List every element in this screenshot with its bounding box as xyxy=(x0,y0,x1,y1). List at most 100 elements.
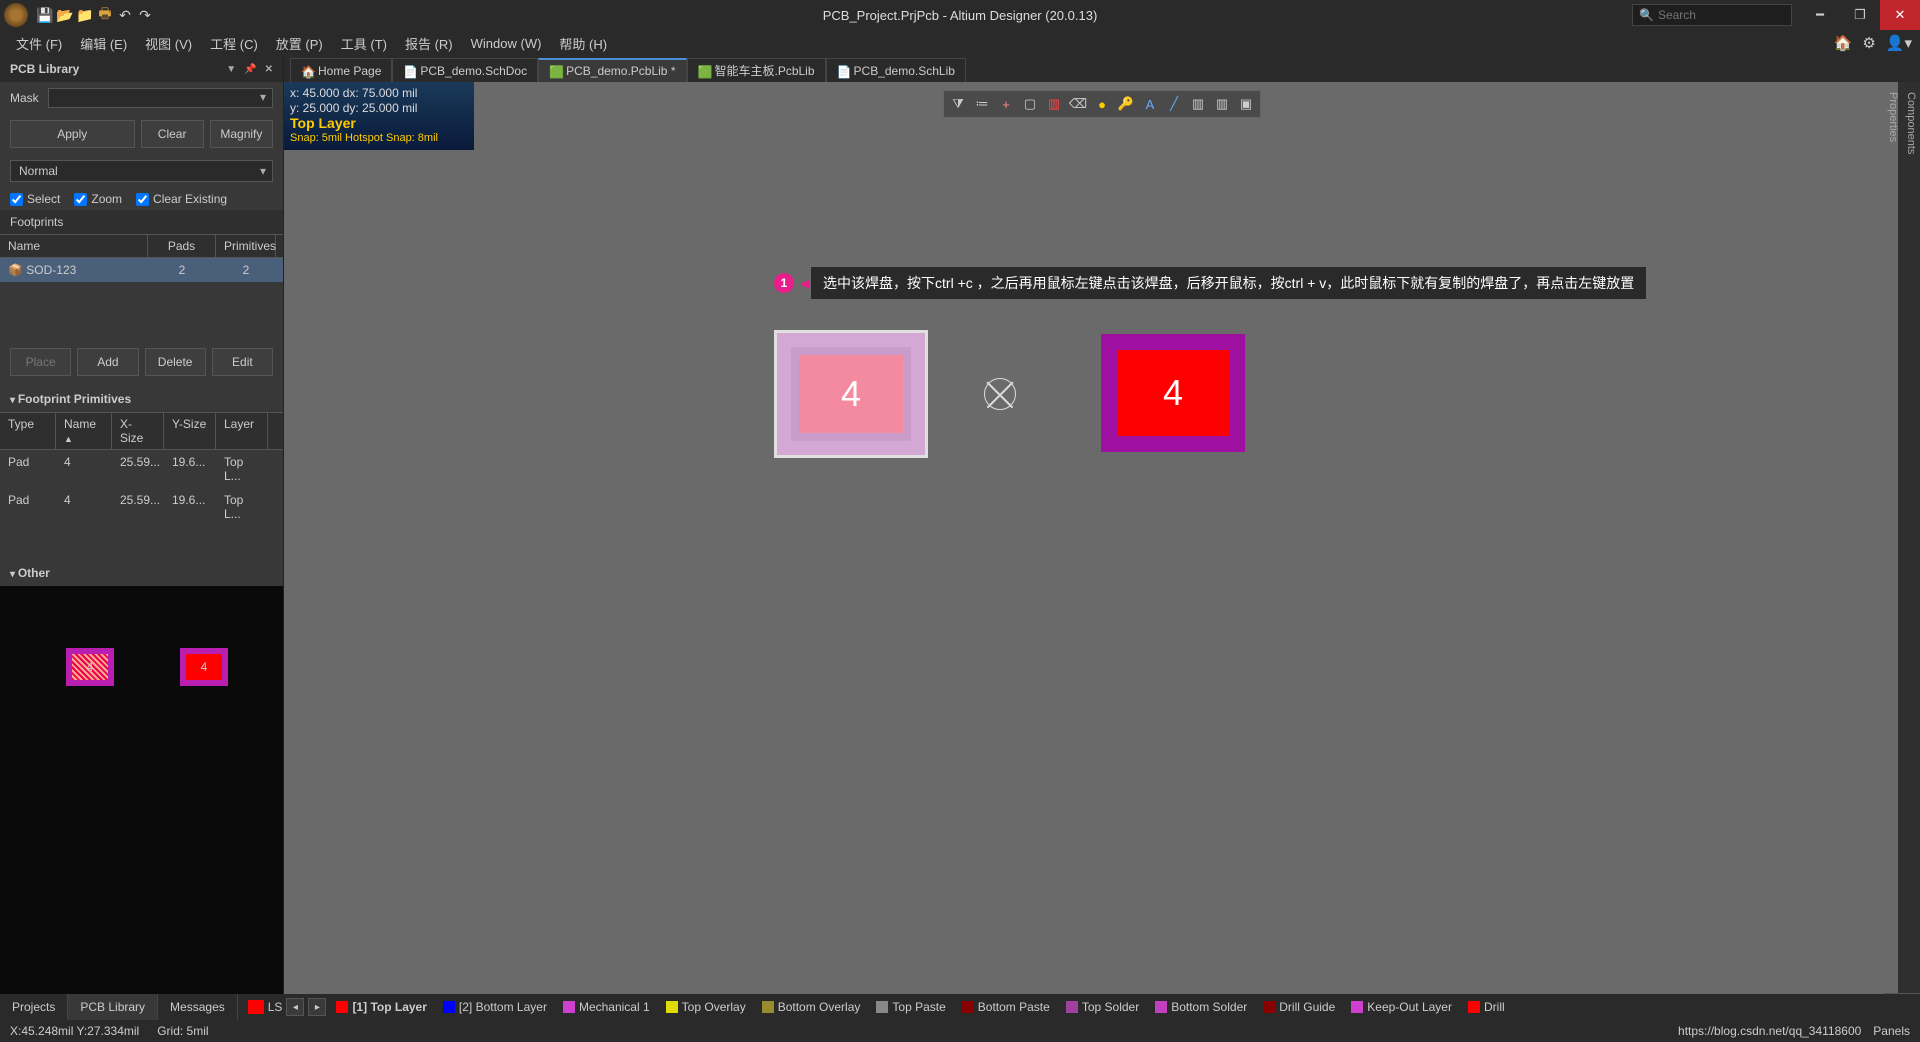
tab-projects[interactable]: Projects xyxy=(0,994,68,1020)
close-button[interactable]: ✕ xyxy=(1880,0,1920,30)
col-pname[interactable]: Name ▲ xyxy=(56,413,112,449)
document-tab[interactable]: 📄PCB_demo.SchDoc xyxy=(392,58,538,82)
layer-swatch xyxy=(876,1001,888,1013)
layer-item[interactable]: Keep-Out Layer xyxy=(1345,1000,1458,1014)
select-checkbox[interactable]: Select xyxy=(10,192,60,206)
document-tab[interactable]: 🟩智能车主板.PcbLib xyxy=(687,58,826,82)
col-layer[interactable]: Layer xyxy=(216,413,268,449)
document-tab[interactable]: 🏠Home Page xyxy=(290,58,392,82)
layer-item[interactable]: Drill xyxy=(1462,1000,1511,1014)
open-project-icon[interactable]: 📁 xyxy=(76,6,94,24)
tab-messages[interactable]: Messages xyxy=(158,994,238,1020)
col-xsize[interactable]: X-Size xyxy=(112,413,164,449)
properties-tab[interactable]: Properties xyxy=(1884,82,1902,994)
maximize-button[interactable]: ❐ xyxy=(1840,0,1880,30)
menu-project[interactable]: 工程 (C) xyxy=(202,31,266,56)
window-title: PCB_Project.PrjPcb - Altium Designer (20… xyxy=(823,8,1098,23)
gear-icon[interactable]: ⚙ xyxy=(1862,34,1875,52)
layer-swatch xyxy=(1066,1001,1078,1013)
document-tab[interactable]: 🟩PCB_demo.PcbLib * xyxy=(538,58,686,82)
place-button[interactable]: Place xyxy=(10,348,71,376)
layer-item[interactable]: [1] Top Layer xyxy=(330,1000,432,1014)
layer-item[interactable]: Top Paste xyxy=(870,1000,951,1014)
layer-item[interactable]: Mechanical 1 xyxy=(557,1000,656,1014)
menu-tools[interactable]: 工具 (T) xyxy=(333,31,395,56)
panels-button[interactable]: Panels xyxy=(1873,1024,1910,1038)
dot-icon[interactable]: ● xyxy=(1091,94,1113,114)
layer-item[interactable]: Drill Guide xyxy=(1257,1000,1341,1014)
search-input[interactable] xyxy=(1658,8,1785,22)
undo-icon[interactable]: ↶ xyxy=(116,6,134,24)
footprint-primitives-header[interactable]: Footprint Primitives xyxy=(0,386,283,412)
footprint-row[interactable]: 📦 SOD-12322 xyxy=(0,258,283,282)
minimize-button[interactable]: ━ xyxy=(1800,0,1840,30)
clear-existing-checkbox[interactable]: Clear Existing xyxy=(136,192,227,206)
menu-edit[interactable]: 编辑 (E) xyxy=(72,31,135,56)
rect-icon[interactable]: ▢ xyxy=(1019,94,1041,114)
col-type[interactable]: Type xyxy=(0,413,56,449)
mode-combo[interactable]: Normal xyxy=(10,160,273,182)
menu-window[interactable]: Window (W) xyxy=(463,33,550,54)
text-icon[interactable]: A xyxy=(1139,94,1161,114)
panel-close-icon[interactable]: ✕ xyxy=(265,64,273,75)
menu-place[interactable]: 放置 (P) xyxy=(268,31,331,56)
chart2-icon[interactable]: ▥ xyxy=(1211,94,1233,114)
expand-icon[interactable]: ▣ xyxy=(1235,94,1257,114)
layer-item[interactable]: Bottom Paste xyxy=(956,1000,1056,1014)
status-coord: X:45.248mil Y:27.334mil xyxy=(10,1024,139,1038)
primitive-row[interactable]: Pad425.59...19.6...Top L... xyxy=(0,450,283,488)
user-icon[interactable]: 👤▾ xyxy=(1886,34,1912,52)
line-icon[interactable]: ╱ xyxy=(1163,94,1185,114)
open-icon[interactable]: 📂 xyxy=(56,6,74,24)
bars-icon[interactable]: ▥ xyxy=(1043,94,1065,114)
pcb-canvas[interactable]: x: 45.000 dx: 75.000 mil y: 25.000 dy: 2… xyxy=(284,82,1920,994)
menu-view[interactable]: 视图 (V) xyxy=(137,31,200,56)
pad-normal[interactable]: 4 xyxy=(1101,334,1245,452)
redo-icon[interactable]: ↷ xyxy=(136,6,154,24)
tab-pcb-library[interactable]: PCB Library xyxy=(68,994,158,1020)
col-primitives[interactable]: Primitives xyxy=(216,235,276,257)
print-icon[interactable]: 🖶 xyxy=(96,6,114,24)
delete-button[interactable]: Delete xyxy=(145,348,206,376)
search-box[interactable]: 🔍 xyxy=(1632,4,1792,26)
mask-combo[interactable] xyxy=(48,88,273,108)
document-tab[interactable]: 📄PCB_demo.SchLib xyxy=(826,58,966,82)
eraser-icon[interactable]: ⌫ xyxy=(1067,94,1089,114)
zoom-checkbox[interactable]: Zoom xyxy=(74,192,122,206)
primitive-row[interactable]: Pad425.59...19.6...Top L... xyxy=(0,488,283,526)
apply-button[interactable]: Apply xyxy=(10,120,135,148)
panel-pin-icon[interactable]: 📌 xyxy=(244,64,256,75)
clear-button[interactable]: Clear xyxy=(141,120,204,148)
col-ysize[interactable]: Y-Size xyxy=(164,413,216,449)
add-button[interactable]: Add xyxy=(77,348,138,376)
list-icon[interactable]: ≔ xyxy=(971,94,993,114)
chart1-icon[interactable]: ▥ xyxy=(1187,94,1209,114)
annotation-pointer-icon: ◂ xyxy=(800,273,809,294)
save-icon[interactable]: 💾 xyxy=(36,6,54,24)
layer-item[interactable]: Top Overlay xyxy=(660,1000,752,1014)
right-dock: Components Properties xyxy=(1898,82,1920,994)
edit-button[interactable]: Edit xyxy=(212,348,273,376)
filter-icon[interactable]: ⧩ xyxy=(947,94,969,114)
layer-item[interactable]: Bottom Overlay xyxy=(756,1000,867,1014)
active-bar: ⧩ ≔ + ▢ ▥ ⌫ ● 🔑 A ╱ ▥ ▥ ▣ xyxy=(943,90,1261,118)
components-tab[interactable]: Components xyxy=(1902,82,1920,994)
menu-help[interactable]: 帮助 (H) xyxy=(551,31,615,56)
menu-file[interactable]: 文件 (F) xyxy=(8,31,70,56)
panel-dropdown-icon[interactable]: ▼ xyxy=(226,64,236,75)
layer-item[interactable]: Bottom Solder xyxy=(1149,1000,1253,1014)
layer-item[interactable]: Top Solder xyxy=(1060,1000,1145,1014)
home-icon[interactable]: 🏠 xyxy=(1834,34,1853,52)
magnify-button[interactable]: Magnify xyxy=(210,120,273,148)
pad-selected[interactable]: 4 xyxy=(774,330,928,458)
menu-report[interactable]: 报告 (R) xyxy=(397,31,461,56)
preview-pad-a: 4 xyxy=(66,648,114,686)
key-icon[interactable]: 🔑 xyxy=(1115,94,1137,114)
layer-item[interactable]: [2] Bottom Layer xyxy=(437,1000,553,1014)
plus-icon[interactable]: + xyxy=(995,94,1017,114)
other-header[interactable]: Other xyxy=(0,560,283,586)
col-pads[interactable]: Pads xyxy=(148,235,216,257)
layer-next-button[interactable]: ▸ xyxy=(308,998,326,1016)
col-name[interactable]: Name xyxy=(0,235,148,257)
layer-prev-button[interactable]: ◂ xyxy=(286,998,304,1016)
